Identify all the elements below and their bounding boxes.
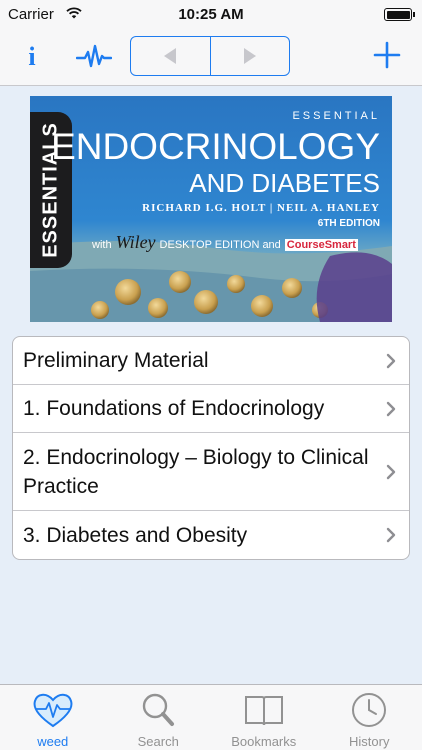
search-icon — [143, 693, 175, 726]
tab-bar: weed Search Bookmarks History — [0, 684, 422, 750]
tab-search[interactable]: Search — [106, 685, 212, 750]
tab-bookmarks[interactable]: Bookmarks — [211, 685, 317, 750]
forward-button[interactable] — [211, 37, 290, 75]
contents-list: Preliminary Material 1. Foundations of E… — [12, 336, 410, 560]
cover-authors: RICHARD I.G. HOLT | NEIL A. HANLEY — [142, 202, 380, 214]
cover-title-line2: AND DIABETES — [189, 168, 380, 198]
list-item-chapter-2[interactable]: 2. Endocrinology – Biology to Clinical P… — [13, 433, 409, 511]
list-item-label: 3. Diabetes and Obesity — [23, 523, 248, 547]
tab-label: Bookmarks — [231, 734, 297, 749]
coursesmart-logo: CourseSmart — [284, 239, 358, 251]
tab-history[interactable]: History — [317, 685, 422, 750]
cover-edition: 6TH EDITION — [317, 218, 380, 229]
cover-with: with — [92, 239, 112, 251]
book-cover[interactable]: ESSENTIALS ESSENTIAL ENDOCRINOLOGY AND D… — [30, 96, 392, 322]
list-item-chapter-1[interactable]: 1. Foundations of Endocrinology — [13, 385, 409, 433]
list-item-label: 2. Endocrinology – Biology to Clinical P… — [23, 445, 369, 498]
tab-weed[interactable]: weed — [0, 685, 106, 750]
cover-desktop-edition: with Wiley DESKTOP EDITION and CourseSma… — [92, 232, 358, 253]
book-icon — [244, 696, 283, 726]
forward-arrow-icon — [243, 48, 256, 64]
list-item-preliminary[interactable]: Preliminary Material — [13, 337, 409, 385]
battery-icon — [384, 8, 415, 21]
back-arrow-icon — [164, 48, 177, 64]
cover-title-line1: ENDOCRINOLOGY — [51, 126, 380, 167]
chevron-right-icon — [386, 401, 396, 416]
tab-label: History — [349, 734, 390, 749]
tab-label: Search — [137, 734, 179, 749]
list-item-label: Preliminary Material — [23, 349, 209, 372]
history-nav-control — [130, 36, 290, 76]
list-item-label: 1. Foundations of Endocrinology — [23, 397, 325, 420]
heart-icon — [33, 693, 73, 728]
tab-label: weed — [37, 734, 69, 749]
top-toolbar: i — [0, 30, 422, 86]
cover-desktop-text: DESKTOP EDITION and — [159, 239, 281, 251]
chevron-right-icon — [386, 353, 396, 368]
status-time: 10:25 AM — [178, 6, 244, 23]
add-icon[interactable] — [372, 40, 402, 70]
list-item-chapter-3[interactable]: 3. Diabetes and Obesity — [13, 511, 409, 559]
info-icon[interactable]: i — [20, 40, 44, 74]
clock-icon — [352, 693, 387, 727]
chevron-right-icon — [386, 464, 396, 479]
publisher-logo: Wiley — [115, 232, 156, 252]
cover-essential: ESSENTIAL — [292, 110, 380, 122]
back-button[interactable] — [131, 37, 211, 75]
chevron-right-icon — [386, 527, 396, 543]
status-bar: Carrier 10:25 AM — [0, 0, 422, 30]
pulse-icon[interactable] — [76, 42, 112, 72]
